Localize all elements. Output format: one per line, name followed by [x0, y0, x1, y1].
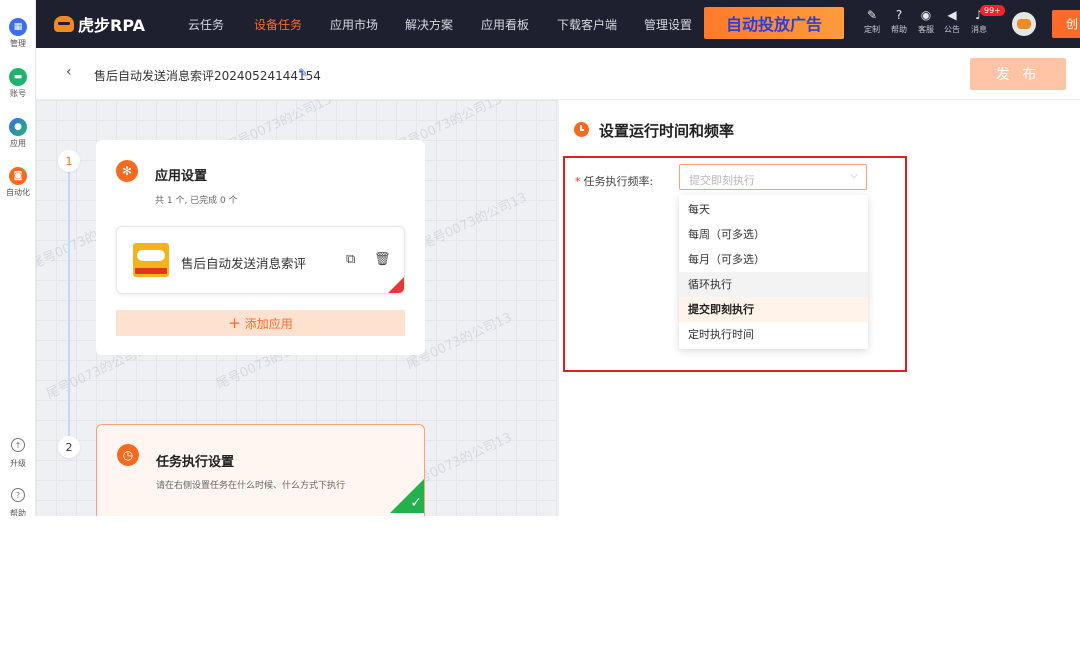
option-weekly[interactable]: 每周（可多选） — [679, 222, 868, 247]
brand-name: 虎步RPA — [78, 16, 145, 35]
app-screen: ▦ 管理 ▬ 账号 ● 应用 ◙ 自动化 ↑ 升级 ? 帮助 虎步RPA 云任务 — [0, 0, 1080, 516]
step-number: 1 — [58, 150, 80, 172]
nav-download-client[interactable]: 下载客户端 — [557, 16, 617, 33]
add-app-button[interactable]: + 添加应用 — [116, 310, 405, 336]
app-name: 售后自动发送消息索评 — [181, 256, 307, 271]
check-icon: ✓ — [410, 495, 422, 511]
headset-icon: ◉ — [920, 8, 932, 22]
add-app-label: 添加应用 — [244, 316, 293, 331]
required-mark: * — [575, 175, 581, 188]
nav-settings[interactable]: 管理设置 — [644, 16, 692, 33]
account-icon: ▬ — [9, 68, 27, 86]
auto-ad-button[interactable]: 自动投放广告 — [704, 7, 844, 39]
option-scheduled[interactable]: 定时执行时间 — [679, 322, 868, 347]
select-placeholder: 提交即刻执行 — [689, 174, 755, 187]
rail-item-account[interactable]: ▬ 账号 — [0, 68, 36, 99]
flow-canvas: 尾号0073的公司13 尾号0073的公司13 尾号0073的公司13 尾号00… — [36, 100, 558, 516]
tool-label: 帮助 — [891, 25, 907, 34]
watermark: 尾号0073的公司13 — [419, 190, 530, 253]
option-monthly[interactable]: 每月（可多选） — [679, 247, 868, 272]
frequency-label: * 任务执行频率: — [575, 173, 653, 189]
app-thumbnail-icon — [133, 243, 169, 277]
gear-icon: ✻ — [116, 160, 138, 182]
edit-title-icon[interactable]: ✎ — [298, 66, 308, 80]
app-item[interactable]: 售后自动发送消息索评 ⧉ 🗑 — [116, 226, 405, 294]
card-title: 应用设置 — [155, 169, 208, 184]
step-connector — [68, 160, 70, 450]
back-arrow-icon[interactable]: ‹ — [66, 64, 72, 80]
nav-app-market[interactable]: 应用市场 — [330, 16, 378, 33]
rail-item-automation[interactable]: ◙ 自动化 — [0, 167, 36, 198]
page-title: 售后自动发送消息索评20240524144154 — [94, 69, 321, 83]
edit-icon: ✎ — [866, 8, 878, 22]
tool-label: 公告 — [944, 25, 960, 34]
rail-item-upgrade[interactable]: ↑ 升级 — [0, 438, 36, 469]
tool-announcement[interactable]: ◀ 公告 — [940, 8, 964, 35]
rail-label: 升级 — [10, 459, 26, 468]
megaphone-icon: ◀ — [947, 8, 957, 22]
clock-icon: ◷ — [117, 444, 139, 466]
app-settings-card[interactable]: ✻ 应用设置 共 1 个, 已完成 0 个 售后自动发送消息索评 ⧉ 🗑 + 添… — [96, 140, 425, 355]
frequency-select[interactable]: 提交即刻执行 ⌵ — [679, 164, 867, 190]
delete-icon[interactable]: 🗑 — [374, 252, 391, 267]
copy-icon[interactable]: ⧉ — [346, 252, 355, 267]
nav-solutions[interactable]: 解决方案 — [405, 16, 453, 33]
brand-logo[interactable]: 虎步RPA — [54, 12, 145, 36]
card-subtitle: 请在右侧设置任务在什么时候、什么方式下执行 — [156, 481, 346, 491]
rail-item-apps[interactable]: ● 应用 — [0, 118, 36, 149]
option-loop[interactable]: 循环执行 — [679, 272, 868, 297]
nav-app-dashboard[interactable]: 应用看板 — [481, 16, 529, 33]
rail-label: 管理 — [10, 39, 26, 48]
rail-label: 应用 — [10, 139, 26, 148]
help-icon: ? — [11, 488, 25, 502]
step-number: 2 — [58, 436, 80, 458]
upgrade-icon: ↑ — [11, 438, 25, 452]
plus-icon: + — [228, 314, 241, 332]
breadcrumb: ‹ 售后自动发送消息索评20240524144154 ✎ 发 布 — [36, 48, 1080, 100]
rail-item-help[interactable]: ? 帮助 — [0, 488, 36, 516]
frequency-dropdown: 每天 每周（可多选） 每月（可多选） 循环执行 提交即刻执行 定时执行时间 — [679, 195, 868, 349]
rail-label: 帮助 — [10, 509, 26, 516]
message-count-badge: 99+ — [980, 5, 1005, 16]
nav-device-task[interactable]: 设备任务 — [254, 16, 302, 33]
section-title: 设置运行时间和频率 — [599, 122, 735, 140]
tool-help[interactable]: ? 帮助 — [887, 8, 911, 35]
rail-label: 自动化 — [6, 188, 30, 197]
task-exec-settings-card[interactable]: ◷ 任务执行设置 请在右侧设置任务在什么时候、什么方式下执行 ✓ — [96, 424, 425, 516]
tool-label: 客服 — [918, 25, 934, 34]
avatar-image — [1017, 19, 1031, 29]
option-daily[interactable]: 每天 — [679, 197, 868, 222]
clock-icon — [574, 122, 589, 137]
rail-label: 账号 — [10, 89, 26, 98]
tiger-logo-icon — [54, 16, 74, 32]
rail-item-manage[interactable]: ▦ 管理 — [0, 18, 36, 49]
tool-label: 消息 — [971, 25, 987, 34]
chevron-down-icon: ⌵ — [850, 170, 858, 181]
apps-icon: ● — [9, 118, 27, 136]
publish-button[interactable]: 发 布 — [970, 58, 1066, 90]
robot-icon: ◙ — [9, 167, 27, 185]
nav-cloud-task[interactable]: 云任务 — [188, 16, 224, 33]
avatar[interactable] — [1012, 12, 1036, 36]
left-rail: ▦ 管理 ▬ 账号 ● 应用 ◙ 自动化 ↑ 升级 ? 帮助 — [0, 0, 36, 516]
error-corner-badge — [388, 277, 404, 293]
tool-label: 定制 — [864, 25, 880, 34]
tool-customize[interactable]: ✎ 定制 — [860, 8, 884, 35]
card-title: 任务执行设置 — [156, 455, 235, 470]
frequency-label-text: 任务执行频率: — [583, 175, 654, 188]
top-nav: 虎步RPA 云任务 设备任务 应用市场 解决方案 应用看板 下载客户端 管理设置… — [36, 0, 1080, 48]
tool-service[interactable]: ◉ 客服 — [914, 8, 938, 35]
settings-panel: 设置运行时间和频率 * 任务执行频率: 提交即刻执行 ⌵ 每天 每周（可多选） 每… — [558, 100, 1080, 516]
card-subtitle: 共 1 个, 已完成 0 个 — [155, 196, 238, 206]
help-icon: ? — [895, 8, 903, 22]
create-button[interactable]: 创 — [1052, 10, 1080, 38]
option-run-now[interactable]: 提交即刻执行 — [679, 297, 868, 322]
app-grid-icon: ▦ — [9, 18, 27, 36]
